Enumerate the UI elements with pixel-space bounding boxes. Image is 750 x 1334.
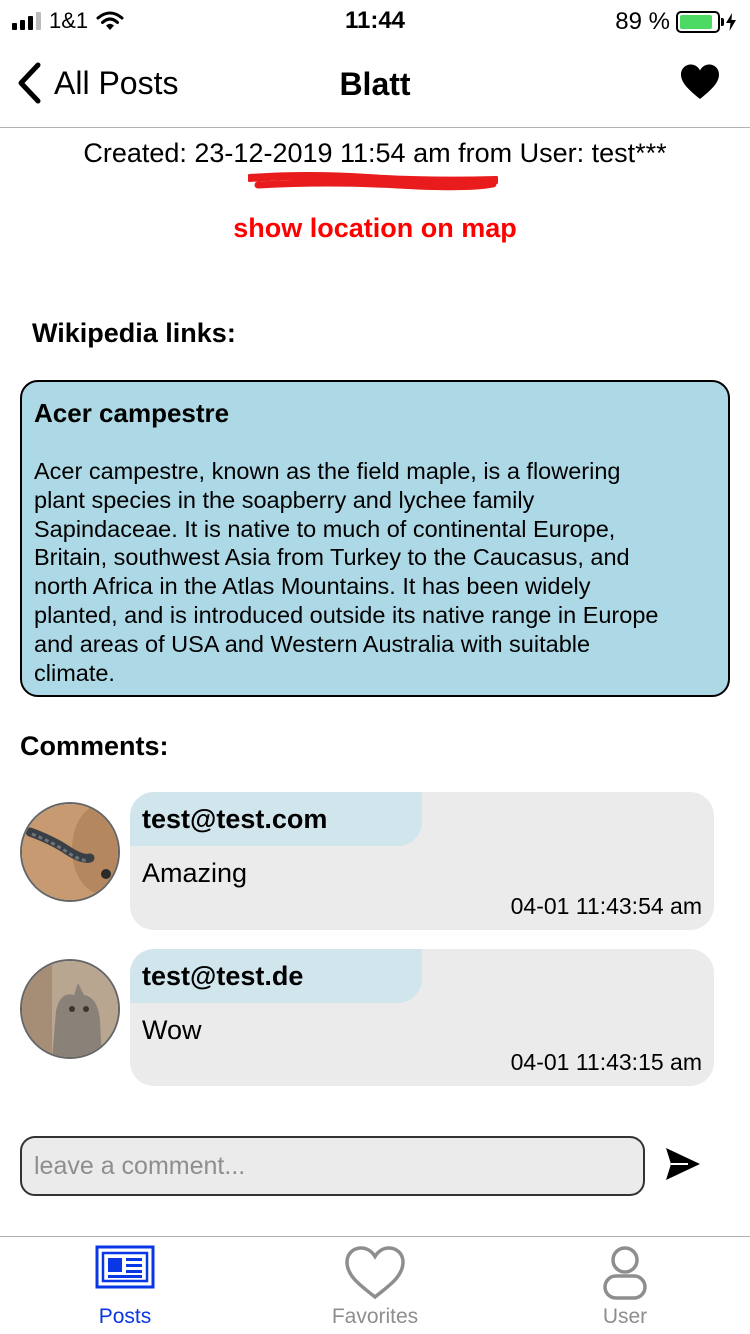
tab-posts[interactable]: Posts [0, 1237, 250, 1334]
wikipedia-text-line: and areas of USA and Western Australia w… [34, 630, 591, 657]
comment-timestamp: 04-01 11:43:54 am [510, 893, 702, 919]
comment-username[interactable]: test@test.com [142, 804, 327, 835]
wikipedia-text-line: Britain, southwest Asia from Turkey to t… [34, 544, 630, 571]
wikipedia-card-title: Acer campestre [34, 398, 230, 428]
battery-percent: 89 % [615, 8, 670, 35]
wikipedia-text-line: Sapindaceae. It is native to much of con… [34, 515, 616, 542]
back-button[interactable]: All Posts [16, 62, 178, 104]
wikipedia-card[interactable]: Acer campestre Acer campestre, known as … [20, 380, 730, 697]
comment-input[interactable] [20, 1136, 645, 1196]
wikipedia-text-line: plant species in the soapberry and lyche… [34, 486, 535, 513]
comment-text: Wow [142, 1015, 202, 1045]
user-icon [603, 1246, 647, 1300]
battery-icon [676, 11, 724, 33]
comment-timestamp: 04-01 11:43:15 am [510, 1049, 702, 1075]
tab-label: Favorites [331, 1305, 419, 1328]
status-bar: 1&1 11:44 89 % [0, 0, 750, 40]
tab-label: User [602, 1305, 648, 1328]
redaction-scribble [248, 172, 498, 191]
comment-bubble: test@test.com Amazing 04-01 11:43:54 am [130, 792, 714, 930]
wikipedia-section-title: Wikipedia links: [32, 318, 236, 348]
created-info: Created: 23-12-2019 11:54 am from User: … [83, 138, 667, 168]
tab-favorites[interactable]: Favorites [250, 1237, 500, 1334]
avatar-image [22, 804, 118, 900]
newspaper-icon [95, 1245, 155, 1289]
back-button-label: All Posts [54, 64, 179, 101]
tab-user[interactable]: User [500, 1237, 750, 1334]
avatar[interactable] [20, 959, 120, 1059]
comment-username[interactable]: test@test.de [142, 961, 303, 992]
wikipedia-text-line: Acer campestre, known as the field maple… [34, 458, 621, 484]
avatar-image [22, 961, 118, 1057]
battery-level [680, 15, 713, 29]
send-button[interactable] [664, 1146, 702, 1187]
send-icon [666, 1148, 700, 1180]
heart-filled-icon [681, 64, 719, 99]
chevron-left-icon [18, 62, 41, 104]
wikipedia-card-text: Acer campestre, known as the field maple… [34, 457, 716, 687]
tab-bar: Posts Favorites User [0, 1236, 750, 1334]
comment-item: test@test.de Wow 04-01 11:43:15 am [20, 949, 714, 1086]
comment-text: Amazing [142, 858, 248, 888]
navigation-bar: All Posts Blatt [0, 40, 750, 128]
comment-bubble: test@test.de Wow 04-01 11:43:15 am [130, 949, 714, 1086]
wikipedia-text-line: planted, and is introduced outside its n… [34, 601, 659, 628]
charging-bolt-icon [726, 13, 736, 31]
comments-section-title: Comments: [20, 731, 169, 761]
wikipedia-text-line: north Africa in the Atlas Mountains. It … [34, 573, 591, 600]
show-location-link[interactable]: show location on map [0, 213, 750, 244]
wikipedia-text-line: climate. [34, 659, 115, 686]
avatar[interactable] [20, 802, 120, 902]
heart-outline-icon [345, 1246, 405, 1300]
status-bar-right: 89 % [615, 8, 736, 36]
comment-item: test@test.com Amazing 04-01 11:43:54 am [20, 792, 714, 930]
tab-label: Posts [98, 1305, 152, 1328]
favorite-button[interactable] [680, 64, 720, 105]
